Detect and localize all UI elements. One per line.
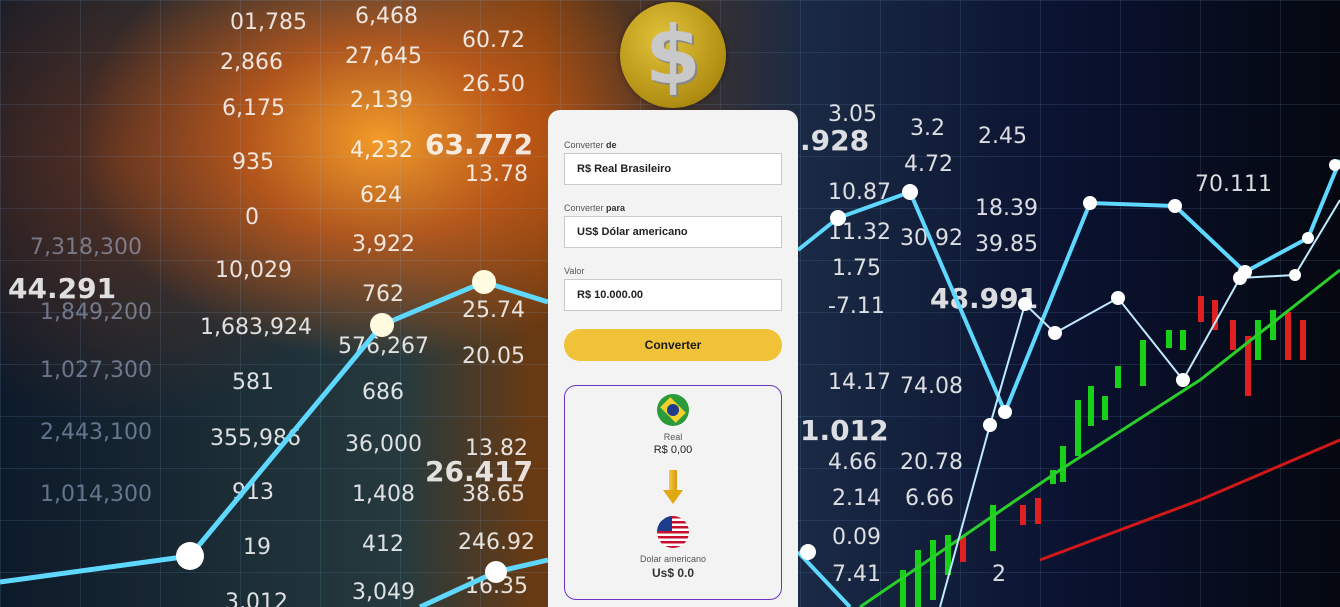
amount-input[interactable]: R$ 10.000.00 xyxy=(564,279,782,311)
usa-flag-icon xyxy=(657,516,689,548)
to-group: Converter para US$ Dólar americano xyxy=(564,203,782,248)
convert-button[interactable]: Converter xyxy=(564,329,782,361)
amount-label: Valor xyxy=(564,266,585,276)
from-label: Converter de xyxy=(564,140,617,150)
from-group: Converter de R$ Real Brasileiro xyxy=(564,140,782,185)
to-currency-value: Us$ 0.0 xyxy=(651,566,695,580)
candles xyxy=(900,296,1306,607)
converter-card: Converter de R$ Real Brasileiro Converte… xyxy=(548,110,798,607)
result-panel: Real R$ 0,00 Dolar americano Us$ 0.0 xyxy=(564,385,782,600)
dollar-coin-icon: $ xyxy=(620,2,726,108)
arrow-down-icon xyxy=(663,470,683,506)
amount-group: Valor R$ 10.000.00 xyxy=(564,266,782,311)
to-currency-name: Dolar americano xyxy=(639,554,707,564)
to-label: Converter para xyxy=(564,203,626,213)
brazil-flag-icon xyxy=(657,394,689,426)
to-currency-select[interactable]: US$ Dólar americano xyxy=(564,216,782,248)
from-currency-name: Real xyxy=(663,432,683,442)
from-currency-select[interactable]: R$ Real Brasileiro xyxy=(564,153,782,185)
from-currency-value: R$ 0,00 xyxy=(653,444,693,456)
